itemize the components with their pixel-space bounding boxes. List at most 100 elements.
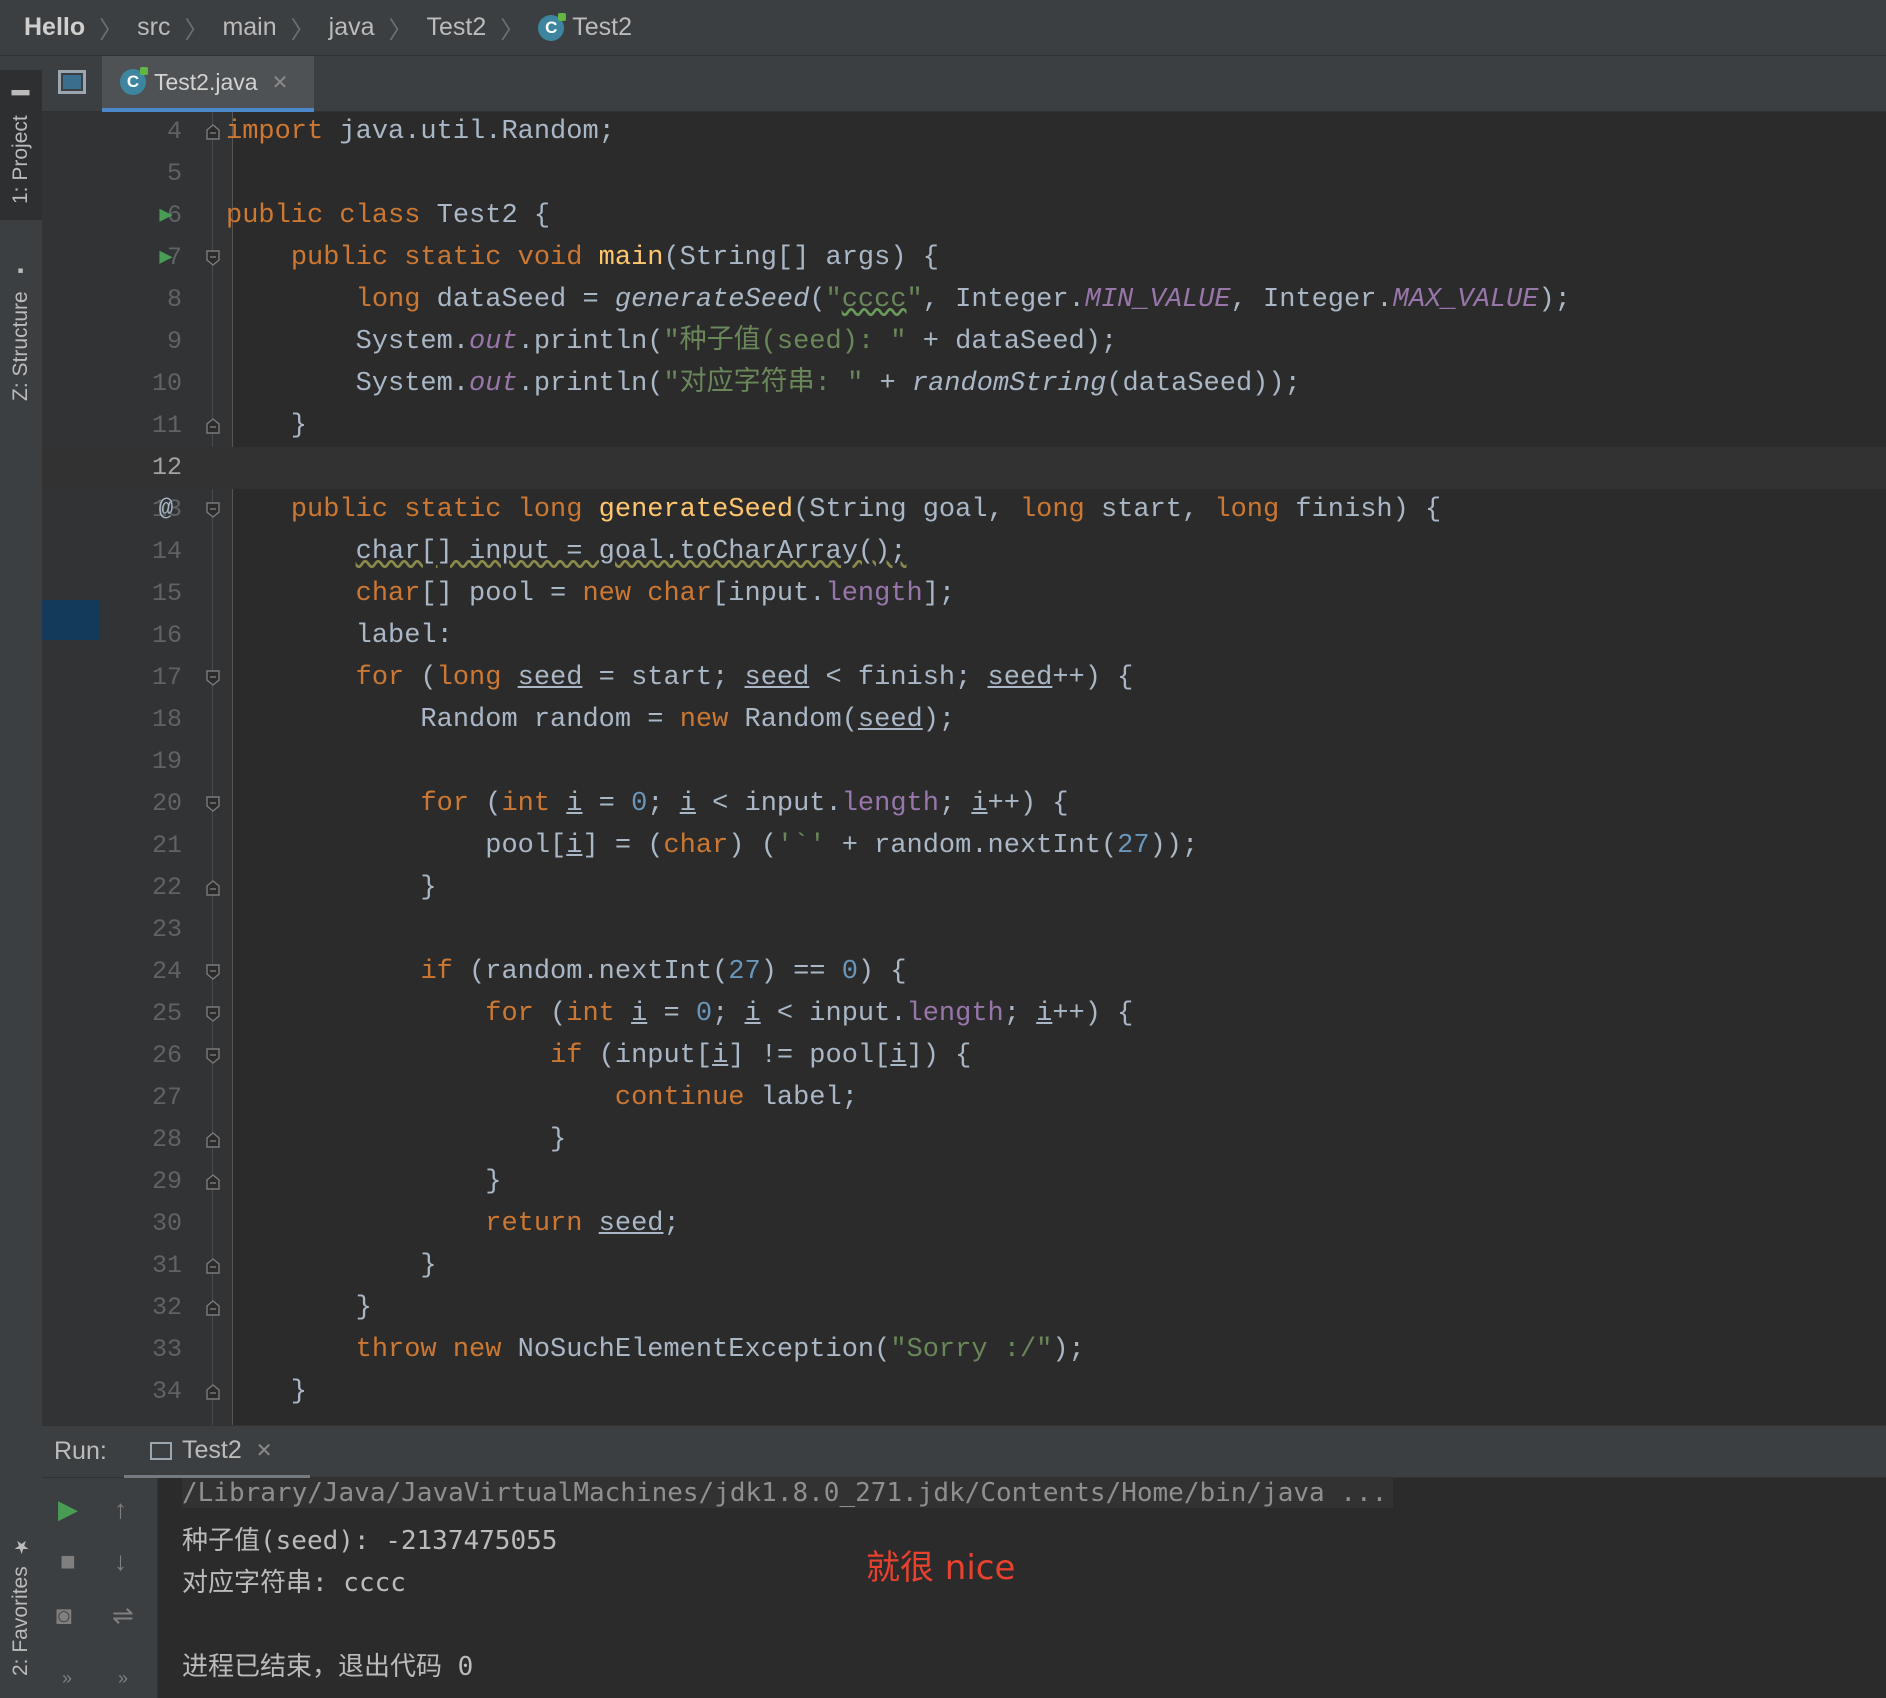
line-number[interactable]: 9	[100, 321, 182, 363]
breadcrumb-project[interactable]: Hello	[24, 13, 85, 42]
code-line[interactable]: 9 System.out.println("种子值(seed): " + dat…	[42, 321, 1886, 363]
line-number[interactable]: 33	[100, 1329, 182, 1371]
line-number[interactable]: 22	[100, 867, 182, 909]
code-line[interactable]: 11 }	[42, 405, 1886, 447]
line-number[interactable]: 26	[100, 1035, 182, 1077]
code-line[interactable]: 25 for (int i = 0; i < input.length; i++…	[42, 993, 1886, 1035]
code-line[interactable]: 6 ▶ public class Test2 {	[42, 195, 1886, 237]
fold-icon[interactable]	[206, 1006, 220, 1022]
fold-icon[interactable]	[206, 1048, 220, 1064]
line-number[interactable]: 27	[100, 1077, 182, 1119]
code-line[interactable]: 20 for (int i = 0; i < input.length; i++…	[42, 783, 1886, 825]
line-number[interactable]: 28	[100, 1119, 182, 1161]
console-output[interactable]: /Library/Java/JavaVirtualMachines/jdk1.8…	[158, 1478, 1886, 1698]
fold-icon[interactable]	[206, 1132, 220, 1148]
fold-icon[interactable]	[206, 1258, 220, 1274]
line-number[interactable]: 19	[100, 741, 182, 783]
code-line[interactable]: 26 if (input[i] != pool[i]) {	[42, 1035, 1886, 1077]
arrow-up-icon[interactable]: ↑	[114, 1494, 127, 1525]
code-line[interactable]: 10 System.out.println("对应字符串: " + random…	[42, 363, 1886, 405]
fold-icon[interactable]	[206, 964, 220, 980]
code-line[interactable]: 15 char[] pool = new char[input.length];	[42, 573, 1886, 615]
fold-icon[interactable]	[206, 880, 220, 896]
breadcrumb-main[interactable]: main	[222, 13, 276, 42]
line-number[interactable]: 31	[100, 1245, 182, 1287]
code-line[interactable]: 24 if (random.nextInt(27) == 0) {	[42, 951, 1886, 993]
fold-icon[interactable]	[206, 418, 220, 434]
fold-icon[interactable]	[206, 670, 220, 686]
code-line[interactable]: 29 }	[42, 1161, 1886, 1203]
breadcrumb-class[interactable]: C Test2	[538, 12, 632, 42]
line-number[interactable]: 10	[100, 363, 182, 405]
line-number[interactable]: 8	[100, 279, 182, 321]
code-line[interactable]: 4 import java.util.Random;	[42, 112, 1886, 153]
fold-icon[interactable]	[206, 250, 220, 266]
window-toggle-icon[interactable]	[58, 70, 86, 94]
code-line[interactable]: 18 Random random = new Random(seed);	[42, 699, 1886, 741]
code-editor[interactable]: 4 import java.util.Random; 5 6 ▶ public class…	[42, 112, 1886, 1425]
close-icon[interactable]: ✕	[272, 70, 289, 95]
run-gutter-icon[interactable]: ▶	[154, 195, 178, 237]
stop-icon[interactable]: ■	[60, 1546, 76, 1577]
line-number[interactable]: 34	[100, 1371, 182, 1413]
fold-icon[interactable]	[206, 1300, 220, 1316]
line-number[interactable]: 24	[100, 951, 182, 993]
code-line[interactable]: 23	[42, 909, 1886, 951]
code-line[interactable]: 22 }	[42, 867, 1886, 909]
line-number[interactable]: 30	[100, 1203, 182, 1245]
more-icon[interactable]: »	[62, 1668, 72, 1689]
more-icon[interactable]: »	[118, 1668, 128, 1689]
line-number[interactable]: 16	[100, 615, 182, 657]
code-line[interactable]: 14 char[] input = goal.toCharArray();	[42, 531, 1886, 573]
line-number[interactable]: 14	[100, 531, 182, 573]
code-line[interactable]: 21 pool[i] = (char) ('`' + random.nextIn…	[42, 825, 1886, 867]
code-line[interactable]: 34 }	[42, 1371, 1886, 1413]
close-icon[interactable]: ✕	[256, 1438, 273, 1463]
fold-icon[interactable]	[206, 502, 220, 518]
line-number[interactable]: 20	[100, 783, 182, 825]
line-number[interactable]: 15	[100, 573, 182, 615]
code-line[interactable]: 31 }	[42, 1245, 1886, 1287]
code-line[interactable]: 7 ▶ public static void main(String[] args…	[42, 237, 1886, 279]
fold-icon[interactable]	[206, 1384, 220, 1400]
rerun-icon[interactable]: ▶	[58, 1494, 78, 1525]
implements-gutter-icon[interactable]: @	[154, 489, 178, 531]
tool-tab-favorites[interactable]: 2: Favorites ★	[0, 1516, 42, 1696]
line-number[interactable]: 4	[100, 112, 182, 153]
code-line[interactable]: 17 for (long seed = start; seed < finish…	[42, 657, 1886, 699]
fold-icon[interactable]	[206, 1174, 220, 1190]
arrow-down-icon[interactable]: ↓	[114, 1546, 127, 1577]
breadcrumb-file[interactable]: Test2	[427, 13, 487, 42]
tool-tab-structure[interactable]: Z: Structure ▪	[0, 246, 42, 416]
code-line[interactable]: 32 }	[42, 1287, 1886, 1329]
code-line[interactable]: 5	[42, 153, 1886, 195]
code-line[interactable]: 16 label:	[42, 615, 1886, 657]
line-number[interactable]: 12	[100, 447, 182, 489]
breadcrumb-src[interactable]: src	[137, 13, 170, 42]
code-line[interactable]: 8 long dataSeed = generateSeed("cccc", I…	[42, 279, 1886, 321]
line-number[interactable]: 29	[100, 1161, 182, 1203]
line-number[interactable]: 17	[100, 657, 182, 699]
camera-icon[interactable]: ◙	[56, 1600, 72, 1631]
line-number[interactable]: 11	[100, 405, 182, 447]
fold-icon[interactable]	[206, 124, 220, 140]
line-number[interactable]: 25	[100, 993, 182, 1035]
tool-tab-project[interactable]: 1: Project ▬	[0, 70, 42, 220]
code-line[interactable]: 13 @ public static long generateSeed(Stri…	[42, 489, 1886, 531]
fold-icon[interactable]	[206, 796, 220, 812]
line-number[interactable]: 32	[100, 1287, 182, 1329]
code-line[interactable]: 30 return seed;	[42, 1203, 1886, 1245]
code-line[interactable]: 27 continue label;	[42, 1077, 1886, 1119]
code-line[interactable]: 28 }	[42, 1119, 1886, 1161]
tab-test2-java[interactable]: C Test2.java ✕	[102, 56, 314, 112]
code-line[interactable]: 19	[42, 741, 1886, 783]
run-gutter-icon[interactable]: ▶	[154, 237, 178, 279]
line-number[interactable]: 21	[100, 825, 182, 867]
breadcrumb-java[interactable]: java	[329, 13, 375, 42]
line-number[interactable]: 18	[100, 699, 182, 741]
line-number[interactable]: 5	[100, 153, 182, 195]
soft-wrap-icon[interactable]: ⇌	[112, 1600, 134, 1631]
run-tab-test2[interactable]: Test2 ✕	[124, 1426, 310, 1479]
code-line[interactable]: 33 throw new NoSuchElementException("Sor…	[42, 1329, 1886, 1371]
line-number[interactable]: 23	[100, 909, 182, 951]
